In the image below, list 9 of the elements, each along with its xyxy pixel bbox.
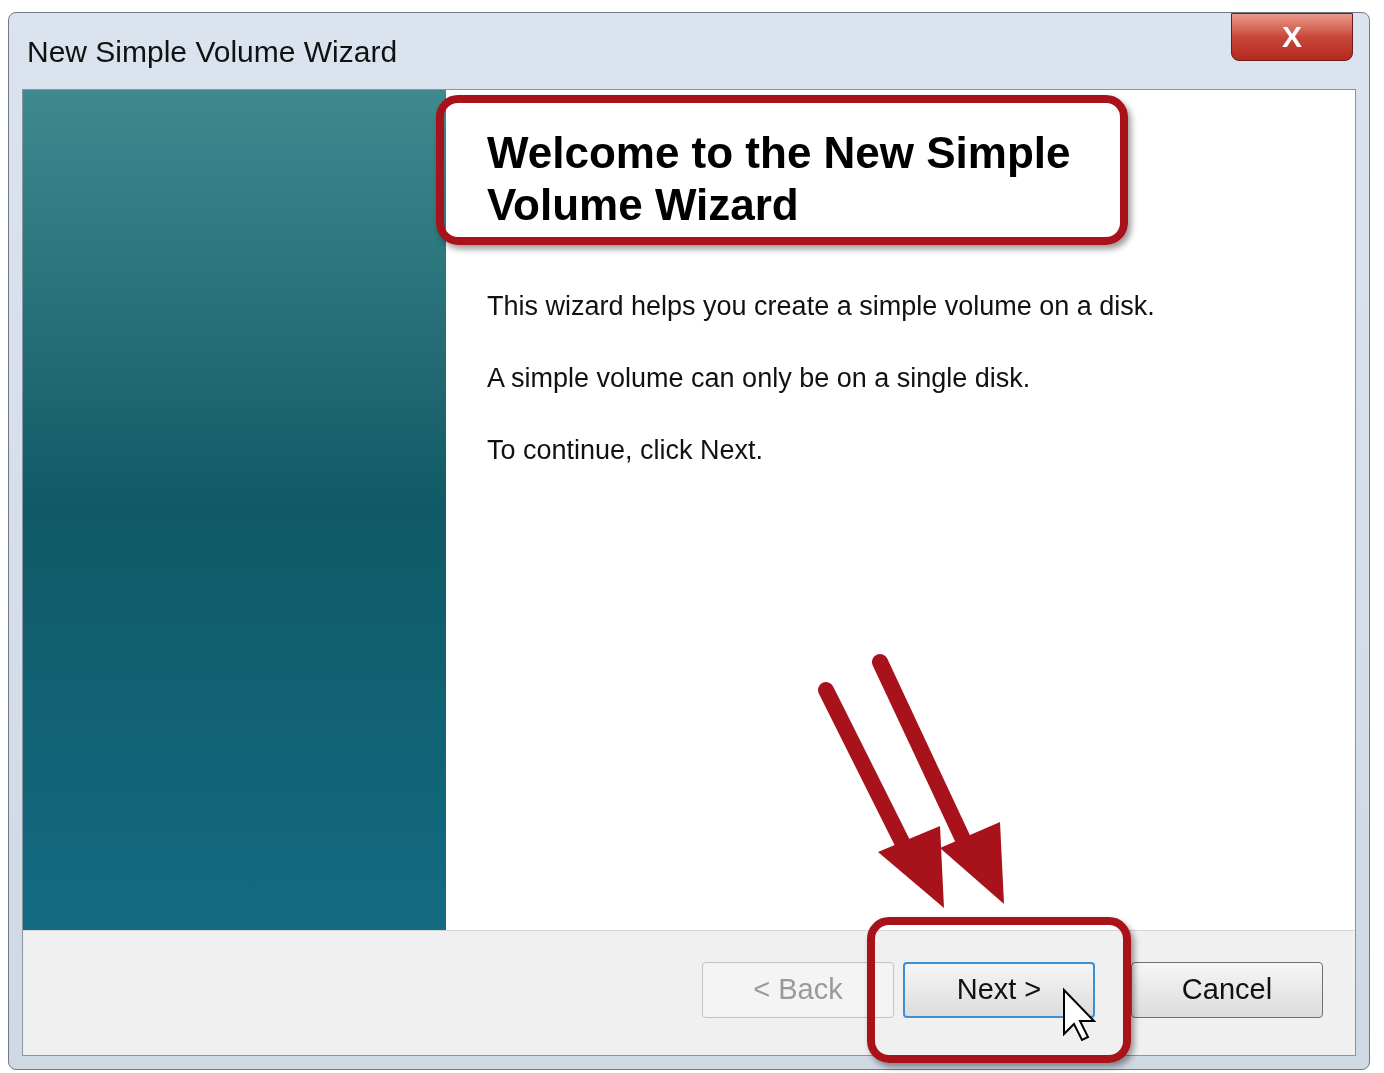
wizard-button[interactable]: Next > (903, 962, 1095, 1018)
body-text: A simple volume can only be on a single disk. (487, 362, 1032, 394)
body-text: To continue, click Next. (487, 434, 765, 466)
wizard-button[interactable]: Cancel (1131, 962, 1323, 1018)
cursor-icon (1063, 987, 1097, 1042)
body-text: This wizard helps you create a simple volume on a disk. (487, 290, 1156, 322)
close-button[interactable]: X (1231, 13, 1353, 61)
window-title: New Simple Volume Wizard (27, 33, 398, 70)
wizard-heading: Welcome to the New Simple Volume Wizard (487, 127, 1072, 231)
